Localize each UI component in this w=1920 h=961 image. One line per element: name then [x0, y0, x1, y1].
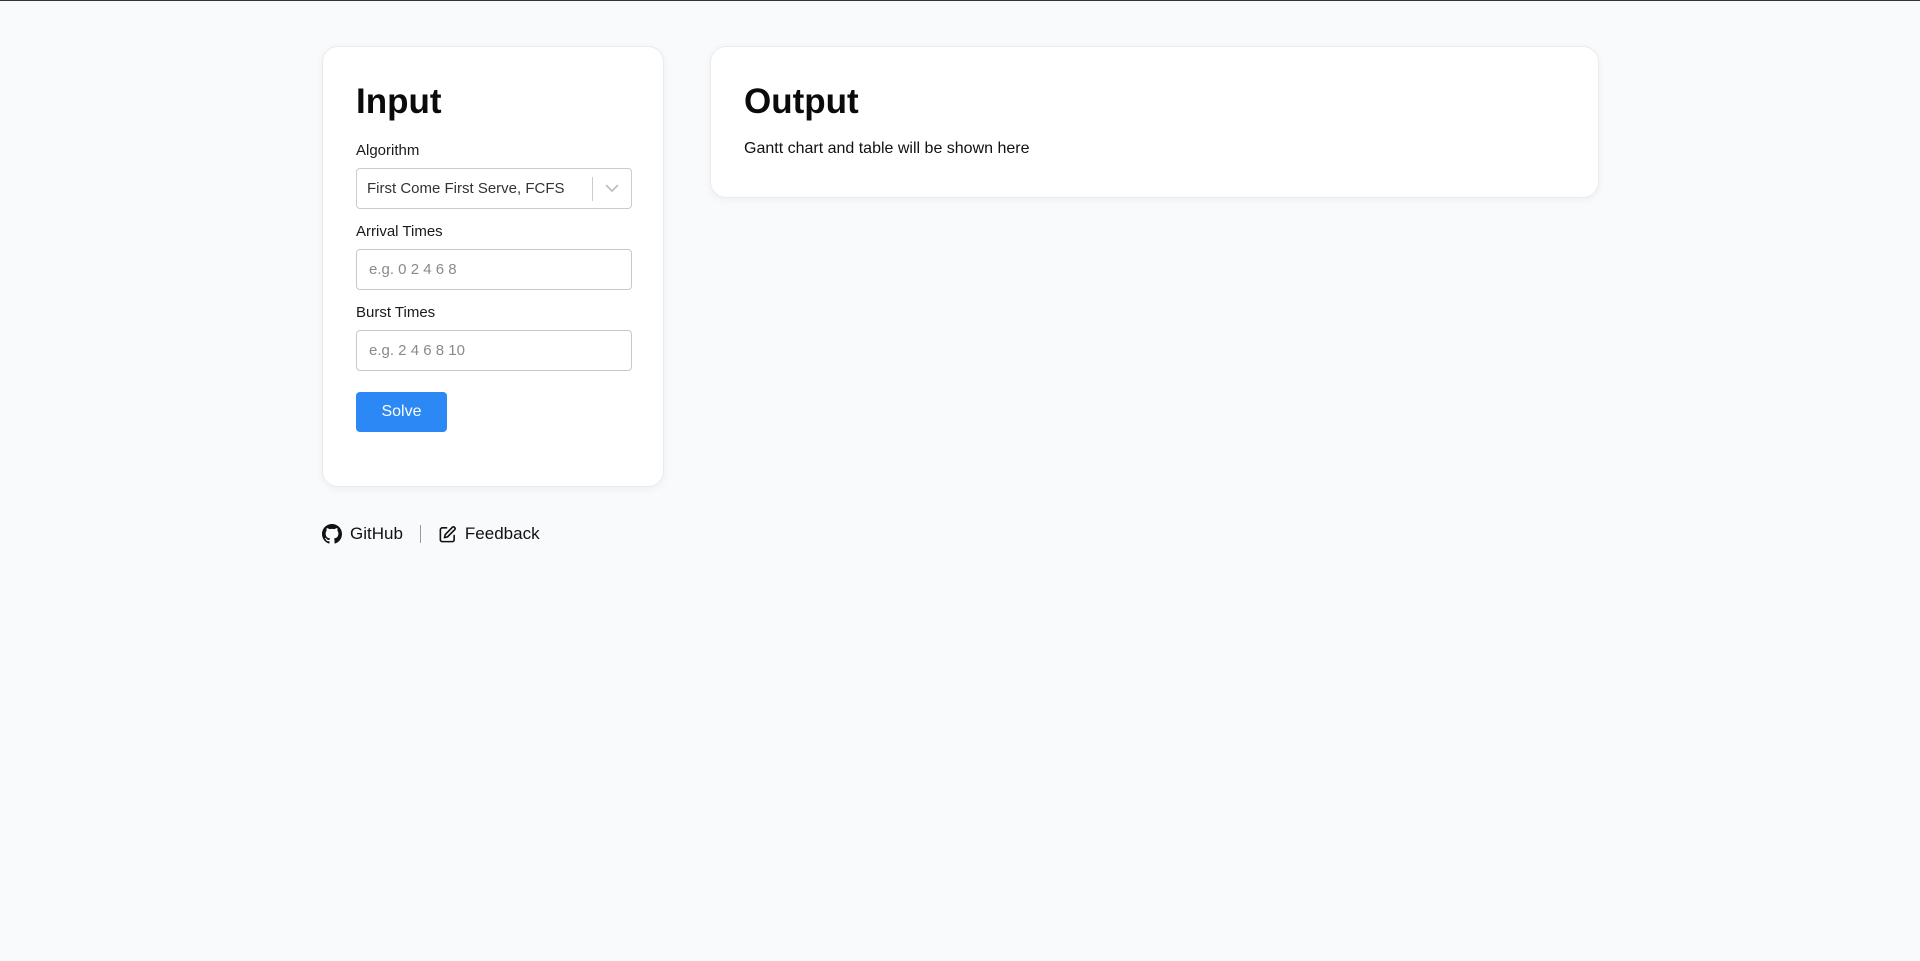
- burst-times-input[interactable]: [356, 330, 632, 371]
- algorithm-selected-value: First Come First Serve, FCFS: [367, 180, 565, 197]
- algorithm-select[interactable]: First Come First Serve, FCFS: [356, 168, 632, 209]
- output-title: Output: [744, 82, 859, 121]
- chevron-down-icon[interactable]: [593, 169, 631, 208]
- edit-icon: [438, 525, 457, 544]
- feedback-link[interactable]: Feedback: [438, 524, 540, 544]
- input-title: Input: [356, 82, 442, 121]
- arrival-times-label: Arrival Times: [356, 223, 443, 240]
- input-card: Input Algorithm First Come First Serve, …: [322, 46, 664, 487]
- feedback-link-label: Feedback: [464, 524, 540, 543]
- footer-links: GitHub Feedback: [322, 522, 540, 546]
- output-card: Output Gantt chart and table will be sho…: [710, 46, 1599, 198]
- footer-separator: [419, 525, 421, 543]
- github-link[interactable]: GitHub: [322, 524, 403, 544]
- algorithm-label: Algorithm: [356, 142, 420, 159]
- output-placeholder-text: Gantt chart and table will be shown here: [744, 140, 1030, 157]
- github-link-label: GitHub: [350, 524, 403, 543]
- arrival-times-input[interactable]: [356, 249, 632, 290]
- solve-button[interactable]: Solve: [356, 392, 447, 432]
- burst-times-label: Burst Times: [356, 304, 436, 321]
- github-icon: [322, 524, 342, 544]
- top-border-line: [0, 0, 1920, 1]
